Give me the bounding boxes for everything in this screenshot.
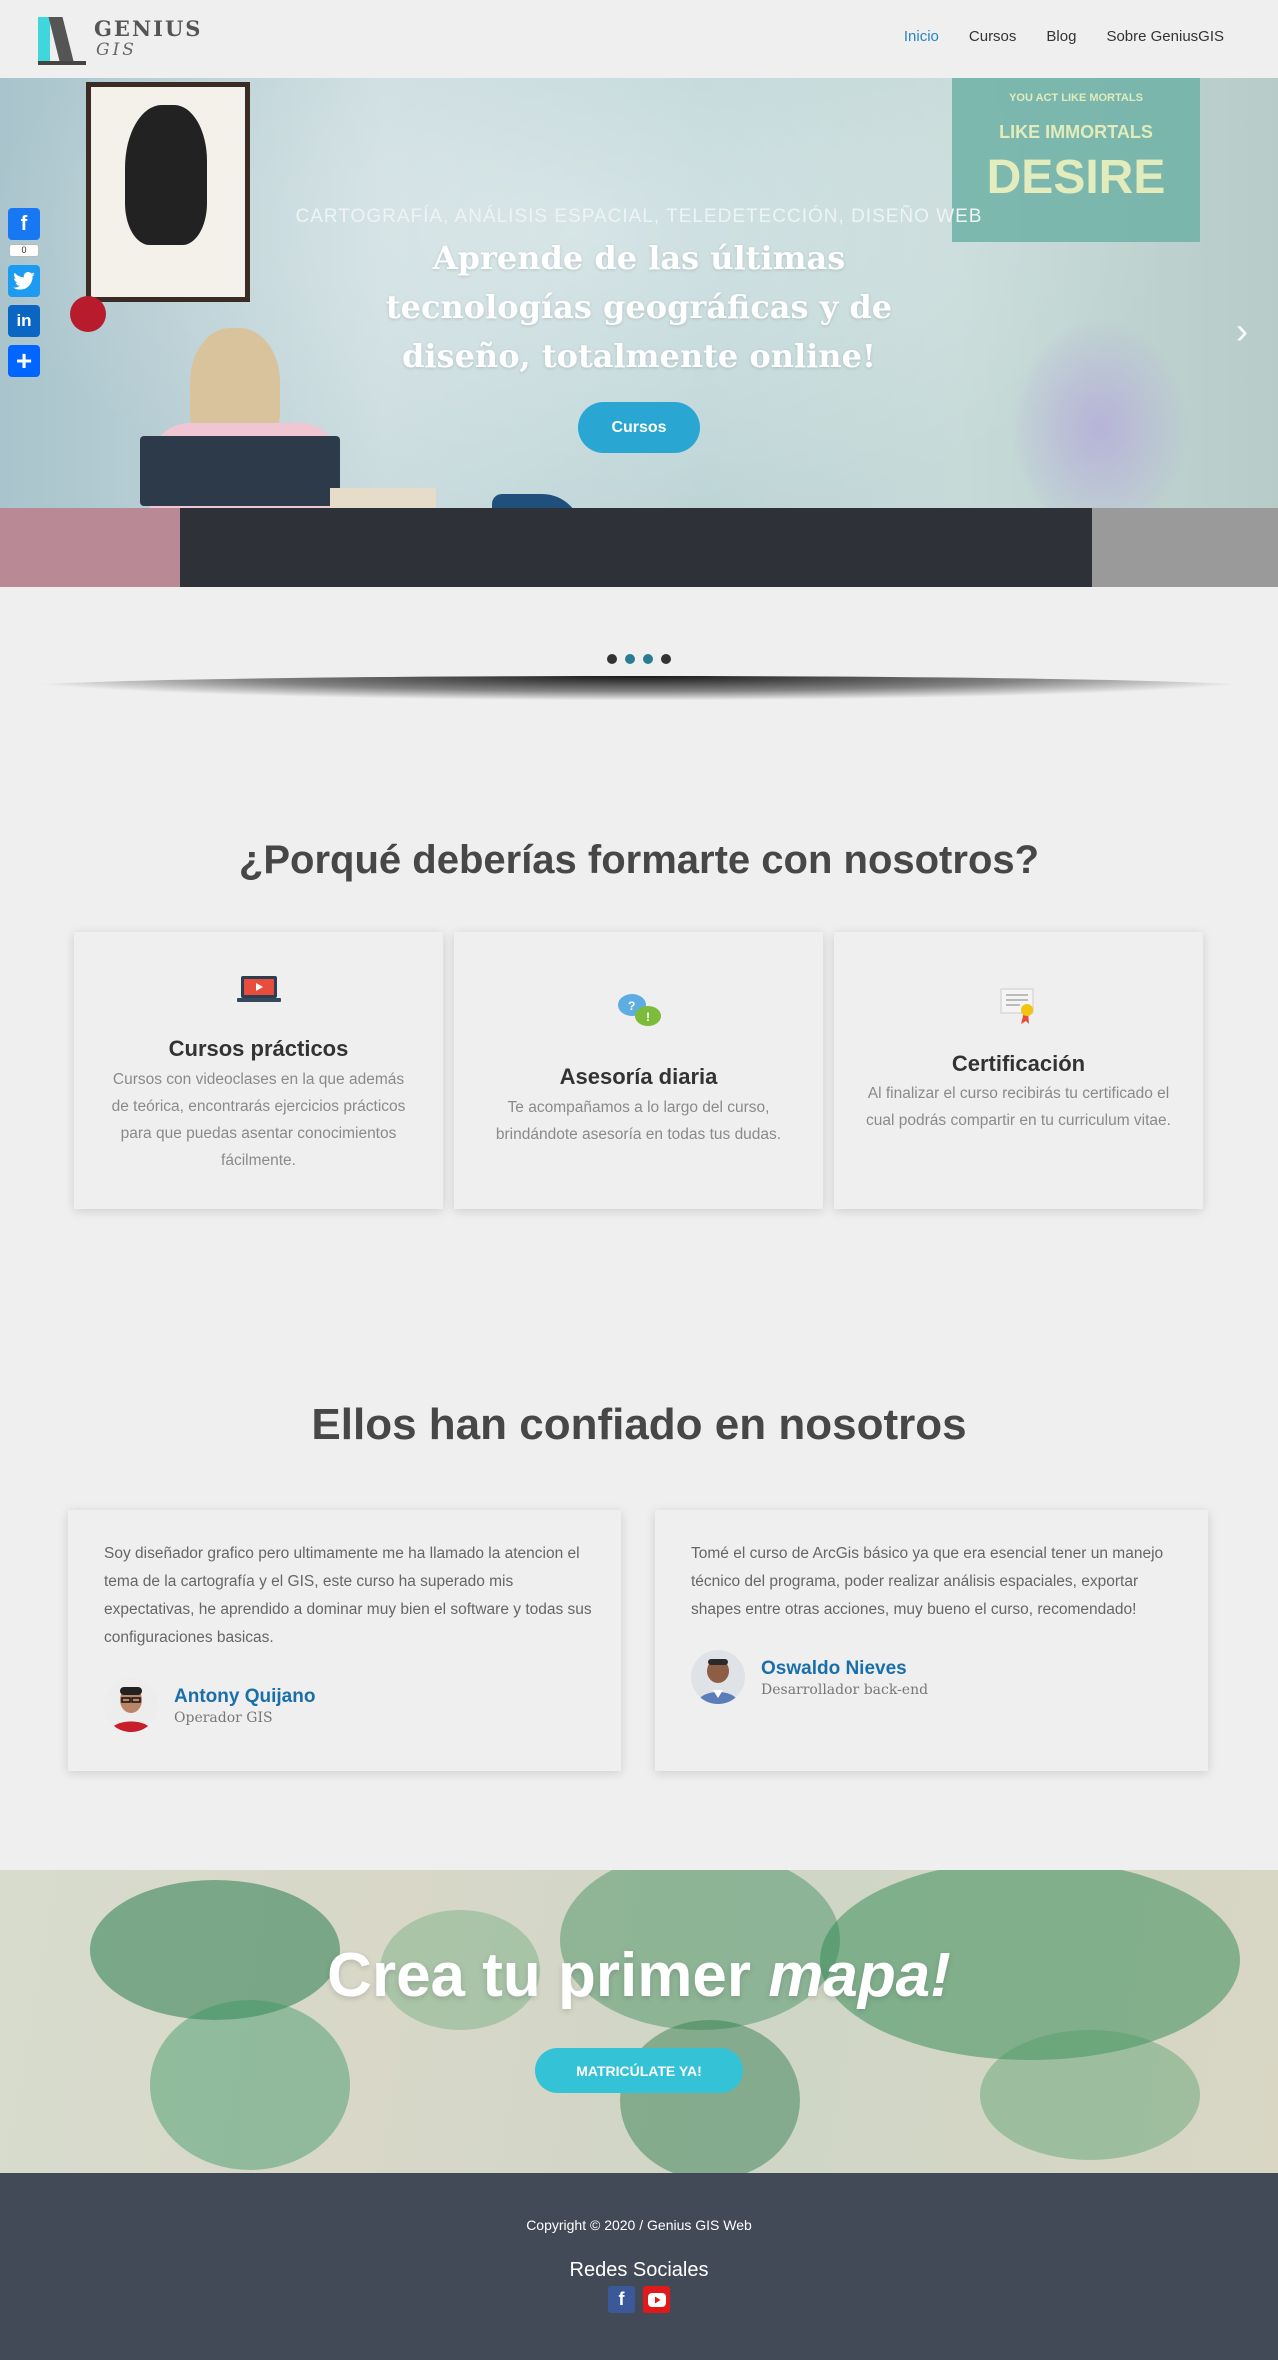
why-title: ¿Porqué deberías formarte con nosotros?	[238, 838, 1040, 882]
testimonial-role: Desarrollador back-end	[761, 1682, 929, 1698]
slider-pagination	[0, 654, 1278, 664]
certificate-svg	[1000, 988, 1033, 1024]
site-footer: Copyright © 2020 / Genius GIS Web Redes …	[0, 2173, 1278, 2360]
brand-subname: GIS	[96, 40, 137, 60]
nav-item-cursos[interactable]: Cursos	[969, 28, 1017, 45]
testimonial-card-1: Soy diseñador grafico pero ultimamente m…	[68, 1510, 621, 1771]
slider-dot-2[interactable]	[625, 654, 635, 664]
slider-dot-3[interactable]	[643, 654, 653, 664]
desk-left	[0, 508, 180, 587]
map-continent	[620, 2020, 800, 2173]
feature-text: Te acompañamos a lo largo del curso, bri…	[495, 1099, 782, 1143]
laptop	[140, 436, 340, 506]
testimonial-name: Antony Quijano	[174, 1686, 316, 1707]
linkedin-share-icon[interactable]: in	[8, 305, 40, 337]
svg-text:?: ?	[628, 999, 635, 1013]
logo-mark	[38, 17, 50, 61]
video-laptop-icon	[74, 974, 443, 1004]
copyright: Copyright © 2020 / Genius GIS Web	[526, 2217, 752, 2233]
framed-picture	[86, 82, 250, 302]
svg-text:!: !	[646, 1010, 650, 1024]
twitter-share-icon[interactable]	[8, 265, 40, 297]
nav-item-sobre[interactable]: Sobre GeniusGIS	[1106, 28, 1224, 45]
brand-logo[interactable]: GENIUS GIS	[38, 14, 200, 65]
feature-title: Cursos prácticos	[168, 1036, 349, 1061]
cta-title-italic: mapa!	[768, 1941, 951, 2010]
testimonial-card-2: Tomé el curso de ArcGis básico ya que er…	[655, 1510, 1208, 1771]
hero-subtitle: CARTOGRAFÍA, ANÁLISIS ESPACIAL, TELEDETE…	[295, 206, 983, 227]
feature-title: Asesoría diaria	[559, 1064, 718, 1089]
flowers	[1010, 318, 1190, 538]
chat-bubbles-icon: ? !	[454, 992, 823, 1028]
rose	[70, 296, 106, 332]
facebook-share-count: 0	[9, 244, 39, 257]
video-laptop-svg	[236, 976, 281, 1002]
cta-title-plain: Crea tu primer	[327, 1941, 769, 2010]
testimonial-text: Tomé el curso de ArcGis básico ya que er…	[691, 1545, 1164, 1618]
poster-line-3: DESIRE	[986, 151, 1166, 204]
youtube-icon[interactable]	[643, 2286, 670, 2313]
poster-line-1: YOU ACT LIKE MORTALS	[1009, 92, 1143, 104]
slider-next-icon[interactable]: ›	[1236, 313, 1256, 349]
social-links: f	[0, 2286, 1278, 2313]
facebook-share-icon[interactable]: f	[8, 208, 40, 240]
hero-slider: YOU ACT LIKE MORTALS LIKE IMMORTALS DESI…	[0, 78, 1278, 587]
desk	[0, 508, 1278, 587]
brand-name: GENIUS	[94, 16, 203, 41]
feature-card-certification: Certificación Al finalizar el curso reci…	[834, 932, 1203, 1209]
avatar-oswaldo-svg	[691, 1650, 745, 1704]
feature-card-advice: ? ! Asesoría diaria Te acompañamos a lo …	[454, 932, 823, 1209]
logo-mark-base	[38, 61, 86, 65]
feature-text: Cursos con videoclases en la que además …	[111, 1071, 406, 1169]
map-continent	[150, 2000, 350, 2170]
social-title: Redes Sociales	[569, 2259, 709, 2281]
twitter-bird-icon	[13, 272, 35, 290]
nav-item-inicio[interactable]: Inicio	[904, 28, 939, 45]
avatar	[104, 1678, 158, 1732]
site-header: GENIUS GIS Inicio Cursos Blog Sobre Geni…	[0, 0, 1278, 78]
poster-line-2: LIKE IMMORTALS	[999, 122, 1153, 142]
testimonial-role: Operador GIS	[174, 1710, 273, 1726]
desk-right	[1092, 508, 1278, 587]
testimonial-text: Soy diseñador grafico pero ultimamente m…	[104, 1545, 592, 1646]
main-nav: Inicio Cursos Blog Sobre GeniusGIS	[904, 28, 1224, 45]
hero-courses-button[interactable]: Cursos	[578, 402, 700, 453]
slider-dot-1[interactable]	[607, 654, 617, 664]
feature-title: Certificación	[951, 1051, 1086, 1076]
trust-title: Ellos han confiado en nosotros	[311, 1400, 967, 1449]
chat-bubbles-svg: ? !	[617, 994, 661, 1026]
facebook-icon[interactable]: f	[608, 2286, 635, 2313]
feature-card-practical: Cursos prácticos Cursos con videoclases …	[74, 932, 443, 1209]
avatar	[691, 1650, 745, 1704]
hero-shadow	[10, 676, 1268, 700]
cta-banner: Crea tu primer mapa! MATRICÚLATE YA!	[0, 1870, 1278, 2173]
avatar-antony-svg	[104, 1678, 158, 1732]
nav-item-blog[interactable]: Blog	[1046, 28, 1076, 45]
certificate-icon	[834, 986, 1203, 1026]
slider-dot-4[interactable]	[661, 654, 671, 664]
add-share-icon[interactable]: +	[8, 345, 40, 377]
hero-title: Aprende de las últimas tecnologías geogr…	[385, 239, 893, 375]
share-bar: f 0 in +	[8, 208, 40, 377]
feature-text: Al finalizar el curso recibirás tu certi…	[866, 1085, 1171, 1129]
cta-title: Crea tu primer mapa!	[0, 1940, 1278, 2011]
enroll-button[interactable]: MATRICÚLATE YA!	[535, 2048, 743, 2093]
testimonial-name: Oswaldo Nieves	[761, 1658, 907, 1679]
logo-mark-slant	[48, 17, 74, 61]
map-continent	[980, 2030, 1200, 2160]
youtube-svg	[647, 2292, 666, 2307]
